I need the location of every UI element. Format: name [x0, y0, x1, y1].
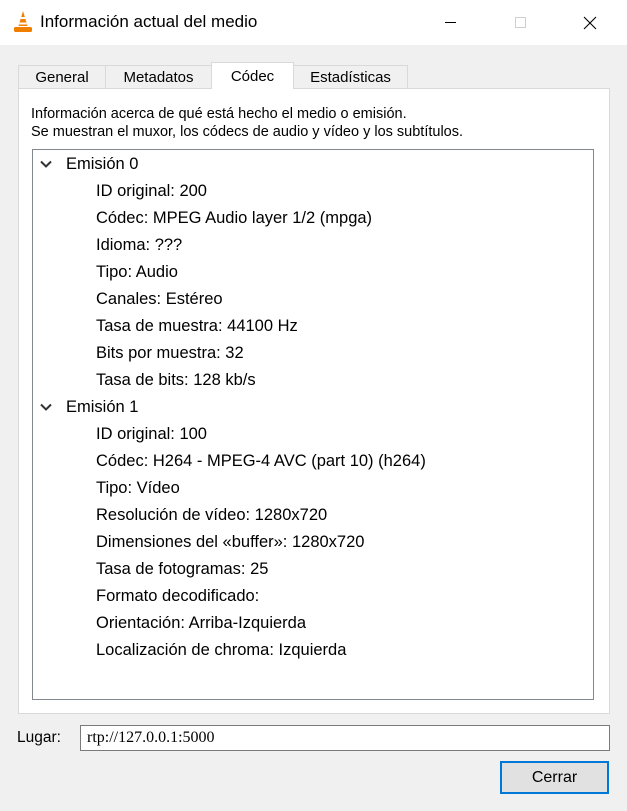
tree-node-label: Emisión 0	[66, 155, 139, 173]
tree-item[interactable]: Formato decodificado:	[96, 583, 259, 610]
tree-item[interactable]: Tipo: Audio	[96, 259, 178, 286]
tab-label: General	[35, 68, 89, 86]
location-field[interactable]: rtp://127.0.0.1:5000	[80, 725, 610, 751]
tab-label: Estadísticas	[310, 68, 391, 86]
tab-estadisticas[interactable]: Estadísticas	[293, 65, 408, 88]
tree-item[interactable]: Orientación: Arriba-Izquierda	[96, 610, 306, 637]
location-label: Lugar:	[17, 729, 61, 746]
codec-description: Información acerca de qué está hecho el …	[31, 105, 463, 141]
chevron-down-icon[interactable]	[39, 400, 53, 414]
tree-item[interactable]: Tasa de muestra: 44100 Hz	[96, 313, 298, 340]
codec-panel: Información acerca de qué está hecho el …	[18, 88, 610, 714]
chevron-down-icon[interactable]	[39, 157, 53, 171]
close-icon	[583, 16, 597, 29]
tree-item[interactable]: Tasa de fotogramas: 25	[96, 556, 268, 583]
close-button-label: Cerrar	[531, 768, 578, 786]
close-button[interactable]: Cerrar	[500, 761, 609, 794]
tree-node-stream-1[interactable]: Emisión 1	[33, 394, 593, 421]
minimize-icon	[444, 22, 456, 23]
stream-tree[interactable]: Emisión 0 ID original: 200 Códec: MPEG A…	[32, 149, 594, 700]
tree-item[interactable]: ID original: 200	[96, 178, 207, 205]
maximize-icon	[514, 17, 526, 28]
maximize-button[interactable]	[497, 0, 543, 45]
tab-label: Metadatos	[123, 68, 194, 86]
tree-item[interactable]: Tipo: Vídeo	[96, 475, 180, 502]
tree-item[interactable]: Códec: MPEG Audio layer 1/2 (mpga)	[96, 205, 372, 232]
tree-item[interactable]: Canales: Estéreo	[96, 286, 223, 313]
tree-node-label: Emisión 1	[66, 398, 139, 416]
tree-node-stream-0[interactable]: Emisión 0	[33, 151, 593, 178]
close-window-button[interactable]	[567, 0, 613, 45]
tree-item[interactable]: Tasa de bits: 128 kb/s	[96, 367, 256, 394]
tree-item[interactable]: Dimensiones del «buffer»: 1280x720	[96, 529, 364, 556]
tree-item[interactable]: Idioma: ???	[96, 232, 182, 259]
tree-item[interactable]: ID original: 100	[96, 421, 207, 448]
tree-item[interactable]: Localización de chroma: Izquierda	[96, 637, 346, 664]
tree-item[interactable]: Bits por muestra: 32	[96, 340, 244, 367]
title-bar: Información actual del medio	[0, 0, 627, 45]
tab-metadatos[interactable]: Metadatos	[105, 65, 212, 88]
vlc-cone-icon	[14, 11, 32, 32]
tab-general[interactable]: General	[18, 65, 106, 88]
tab-label: Códec	[230, 67, 275, 85]
minimize-button[interactable]	[427, 0, 473, 45]
window-title: Información actual del medio	[40, 12, 258, 31]
tree-item[interactable]: Códec: H264 - MPEG-4 AVC (part 10) (h264…	[96, 448, 426, 475]
description-line-2: Se muestran el muxor, los códecs de audi…	[31, 124, 464, 140]
tab-codec[interactable]: Códec	[211, 62, 294, 89]
tree-item[interactable]: Resolución de vídeo: 1280x720	[96, 502, 327, 529]
description-line-1: Información acerca de qué está hecho el …	[31, 106, 407, 122]
